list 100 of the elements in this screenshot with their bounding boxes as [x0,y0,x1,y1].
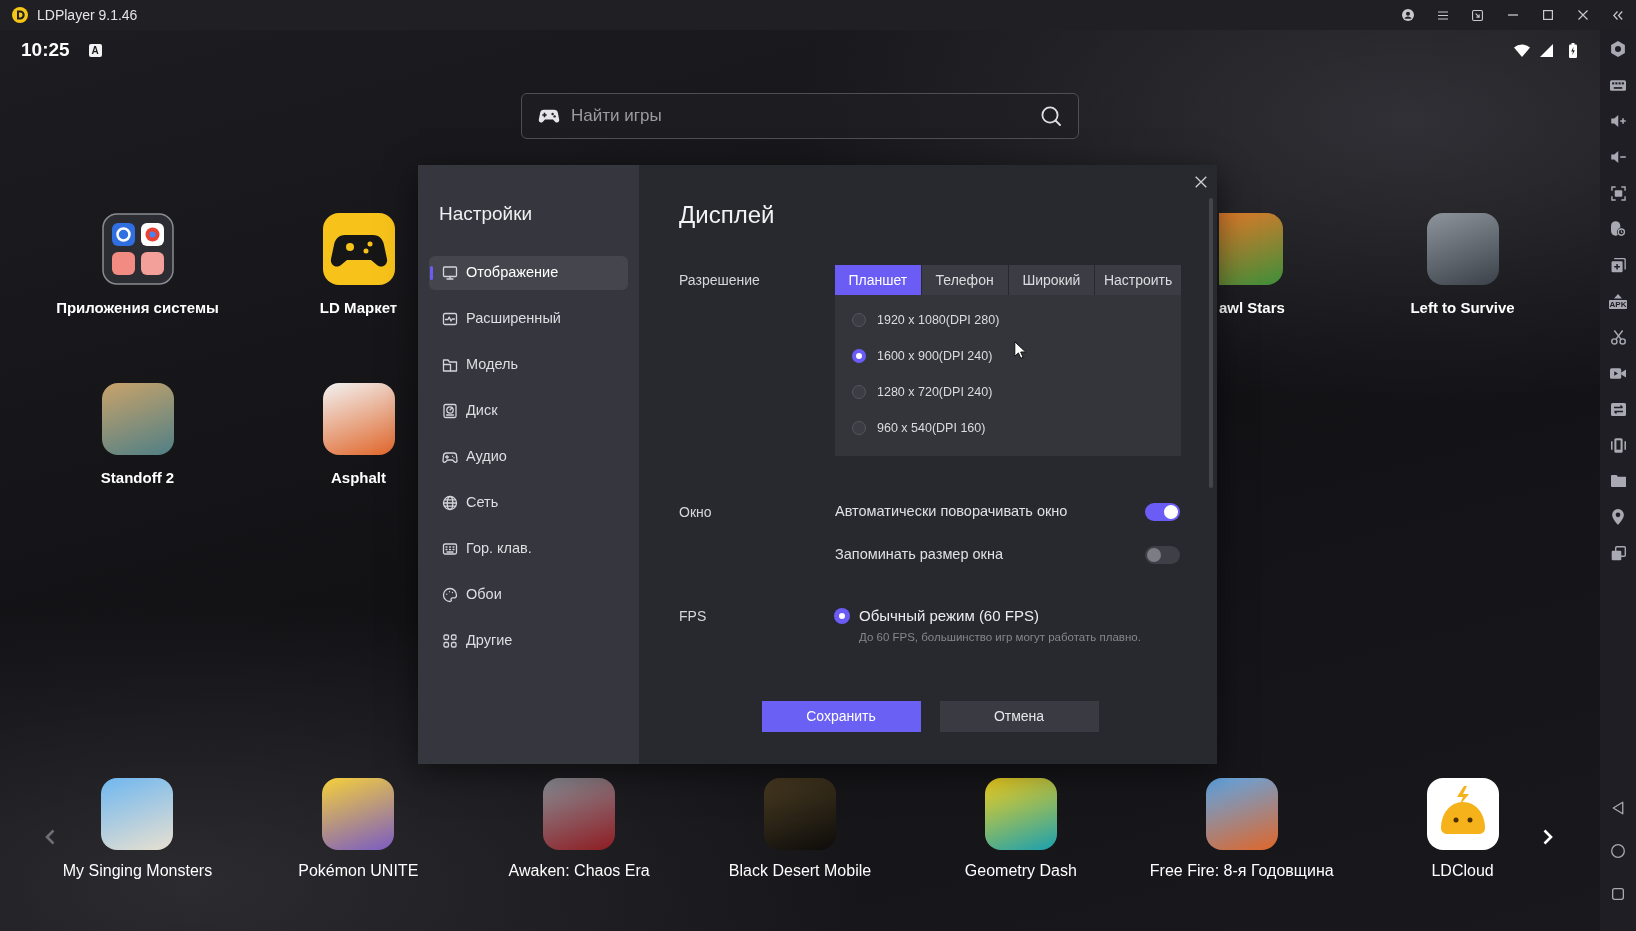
close-icon[interactable] [1195,176,1207,188]
signal-icon [1540,43,1553,57]
logo-icon [12,7,28,23]
resolution-option-label: 1920 x 1080(DPI 280) [877,311,1000,329]
fps-option-label: Обычный режим (60 FPS) [859,605,1039,626]
maximize-icon[interactable] [1542,10,1553,20]
toggle-switch[interactable] [1145,503,1180,521]
app-label: Free Fire: 8-я Годовщина [1149,861,1334,881]
app-label: Black Desert Mobile [728,861,872,881]
app-icon[interactable] [322,383,395,455]
section-label: Разрешение [679,270,761,290]
search-input[interactable]: Найти игры [571,102,1041,130]
settings-nav-item[interactable]: Сеть [429,486,628,520]
gamepad-app-icon[interactable] [322,213,395,285]
window-arrow-icon[interactable] [1472,9,1483,21]
keyboard-icon[interactable] [1610,79,1626,91]
monitor-icon [442,265,458,281]
chevron-right-icon[interactable] [1543,829,1553,845]
app-label: Awaken: Chaos Era [508,861,650,881]
wifi-icon [1514,43,1530,57]
section-label: FPS [679,606,708,626]
cancel-button[interactable]: Отмена [939,701,1099,732]
home-icon[interactable] [1611,843,1625,858]
toggle-switch[interactable] [1145,546,1180,564]
app-label: Приложения системы [56,298,219,318]
upload-arrow-icon [1614,293,1622,299]
radio-button[interactable] [852,421,866,435]
folder-icon[interactable] [1610,475,1626,487]
fps-hint: До 60 FPS, большинство игр могут работать плавно. [859,630,1142,645]
resolution-option-label: 1600 x 900(DPI 240) [877,347,993,365]
save-button[interactable]: Сохранить [761,701,921,732]
resolution-tab[interactable]: Настроить [1095,265,1181,295]
active-indicator [430,266,433,280]
volume-down-icon[interactable] [1610,151,1626,163]
app-icon[interactable] [101,383,174,455]
settings-icon[interactable] [1611,41,1625,57]
app-label: Standoff 2 [100,468,175,488]
back-icon[interactable] [1612,800,1624,815]
settings-nav-item[interactable]: Аудио [429,440,628,474]
app-label: Asphalt [331,468,386,488]
resolution-tab[interactable]: Планшет [835,265,921,295]
settings-nav-item[interactable]: Другие [429,624,628,658]
app-folder-icon[interactable] [101,213,174,285]
volume-up-icon[interactable] [1610,115,1626,127]
search-field[interactable]: Найти игры [521,93,1079,139]
video-camera-icon[interactable] [1610,367,1626,379]
app-icon[interactable] [1205,778,1278,850]
status-time: 10:25 [21,38,70,62]
gamepad-icon [538,108,560,124]
menu-icon[interactable] [1437,10,1448,20]
settings-nav-item[interactable]: Отображение [429,256,628,290]
blob-app-icon[interactable] [1426,778,1499,850]
resolution-option-label: 1280 x 720(DPI 240) [877,383,993,401]
gamepad-icon [442,449,458,465]
pulse-icon [442,311,458,327]
radio-button[interactable] [852,349,866,363]
swap-arrows-icon[interactable] [1610,402,1626,416]
settings-nav-item[interactable]: Обои [429,578,628,612]
radio-button[interactable] [852,313,866,327]
app-label: LDCloud [1431,861,1494,881]
radio-button[interactable] [834,608,850,624]
settings-nav-item[interactable]: Гор. клав. [429,532,628,566]
account-icon[interactable] [1401,9,1414,21]
app-icon[interactable] [984,778,1057,850]
mouse-icon[interactable] [1610,221,1626,237]
minimize-icon[interactable] [1507,14,1518,16]
recent-apps-icon[interactable] [1612,887,1624,900]
close-icon[interactable] [1577,10,1588,20]
panel-title: Дисплей [679,200,776,230]
resolution-tab[interactable]: Широкий [1008,265,1095,295]
chevron-left-icon[interactable] [45,829,55,845]
app-label: Left to Survive [1410,298,1515,318]
globe-icon [442,495,458,511]
app-label: LD Маркет [319,298,398,318]
switch-label: Автоматически поворачивать окно [835,502,1068,522]
resolution-tab[interactable]: Телефон [921,265,1008,295]
search-icon[interactable] [1041,106,1061,126]
app-icon[interactable] [101,778,174,850]
app-label: awl Stars [1219,298,1285,318]
scissors-icon[interactable] [1610,329,1626,345]
radio-button[interactable] [852,385,866,399]
resolution-option-label: 960 x 540(DPI 160) [877,419,986,437]
battery-icon [1569,42,1577,58]
keyboard-icon [442,541,458,557]
cursor-icon [1014,341,1026,359]
notification-icon: A [88,43,102,57]
collapse-icon[interactable] [1613,10,1623,20]
app-label: My Singing Monsters [62,861,213,881]
phone-vibrate-icon[interactable] [1610,437,1626,453]
settings-nav-item[interactable]: Модель [429,348,628,382]
location-pin-icon[interactable] [1612,509,1624,525]
app-label: Pokémon UNITE [298,861,419,881]
fullscreen-icon[interactable] [1610,185,1626,201]
add-window-icon[interactable] [1610,257,1626,273]
app-icon[interactable] [322,778,395,850]
settings-nav-item[interactable]: Диск [429,394,628,428]
window-title: LDPlayer 9.1.46 [37,6,138,25]
settings-nav-item[interactable]: Расширенный [429,302,628,336]
overlapping-windows-icon[interactable] [1610,545,1626,561]
grid-icon [442,633,458,649]
